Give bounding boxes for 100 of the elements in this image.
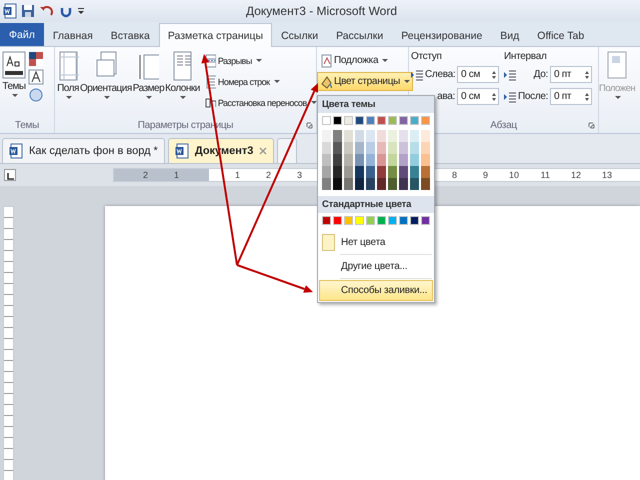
section-title: Отступ [411, 51, 443, 62]
ribbon-tab[interactable]: Ссылки [272, 24, 328, 46]
margins-icon [57, 51, 79, 81]
word-document-icon [9, 143, 23, 159]
ruler-number: 8 [450, 169, 457, 181]
ribbon-button[interactable]: Цвет страницы [317, 72, 414, 91]
ribbon-tab[interactable]: Разметка страницы [158, 23, 272, 47]
color-swatch[interactable] [377, 116, 386, 125]
color-shade-column[interactable] [355, 130, 364, 190]
tab-stop-button[interactable] [4, 169, 16, 181]
color-shade-column[interactable] [344, 130, 353, 190]
color-swatch[interactable] [421, 216, 430, 225]
save-icon[interactable] [21, 4, 35, 18]
ribbon-button[interactable]: Колонки [165, 51, 200, 120]
color-swatch[interactable] [344, 116, 353, 125]
caret-icon [66, 96, 72, 99]
caret-icon [104, 96, 110, 99]
theme-fonts-icon[interactable] [28, 69, 44, 85]
spin-field[interactable]: 0 пт [550, 66, 592, 83]
field-label: Слева: [425, 69, 455, 80]
watermark-icon [320, 54, 332, 68]
color-shade-column[interactable] [333, 130, 342, 190]
color-shade-column[interactable] [366, 130, 375, 190]
word-document-icon[interactable] [3, 3, 17, 19]
ribbon-tab[interactable]: Office Tab [528, 24, 594, 46]
no-color-swatch [322, 234, 335, 251]
caret-icon [146, 96, 152, 99]
menu-item[interactable]: Нет цвета [319, 232, 433, 253]
hyphenation-icon [204, 96, 216, 110]
paint-bucket-icon [320, 74, 332, 88]
ribbon-tab[interactable]: Главная [44, 24, 102, 46]
tab-stop-icon [6, 173, 14, 180]
theme-colors-icon[interactable] [28, 51, 44, 67]
caret-icon [615, 96, 622, 99]
ribbon-button[interactable]: Размер [132, 51, 164, 120]
dialog-launcher-icon[interactable] [306, 122, 313, 129]
color-swatch[interactable] [377, 216, 386, 225]
undo-icon[interactable] [39, 4, 55, 18]
field-label: ава: [436, 91, 455, 102]
color-shade-column[interactable] [410, 130, 419, 190]
ruler-number: 10 [508, 169, 519, 181]
ribbon-button[interactable]: Ориентация [80, 51, 132, 120]
customize-toolbar-icon[interactable] [77, 6, 85, 16]
menu-header: Цвета темы [318, 96, 434, 113]
ribbon-tab[interactable]: Вид [491, 24, 528, 46]
ribbon-tab[interactable]: Рецензирование [392, 24, 492, 46]
color-swatch[interactable] [355, 116, 364, 125]
spin-field[interactable]: 0 см [457, 66, 499, 83]
color-shade-column[interactable] [388, 130, 397, 190]
color-swatch[interactable] [366, 216, 375, 225]
color-shade-column[interactable] [322, 130, 331, 190]
section-title: Интервал [504, 51, 548, 62]
document-tab[interactable]: Как сделать фон в ворд * [2, 138, 165, 163]
ribbon-tab[interactable]: Вставка [102, 24, 159, 46]
color-swatch[interactable] [388, 216, 397, 225]
color-swatch[interactable] [322, 116, 331, 125]
ribbon-button[interactable]: Поля [57, 51, 79, 120]
color-swatch[interactable] [421, 116, 430, 125]
ruler-number: 11 [540, 169, 550, 181]
ribbon-tab[interactable]: Рассылки [327, 24, 392, 46]
color-swatch[interactable] [333, 216, 342, 225]
menu-item[interactable]: Другие цвета... [319, 256, 433, 277]
file-tab[interactable]: Файл [0, 23, 44, 46]
group-label: Темы [15, 120, 39, 131]
themes-icon [2, 51, 26, 79]
menu-header: Стандартные цвета [318, 196, 434, 213]
color-swatch[interactable] [399, 116, 408, 125]
caret-icon [12, 94, 18, 97]
theme-effects-icon[interactable] [28, 87, 44, 103]
ruler-number: 1 [172, 169, 179, 181]
field-label: После: [518, 91, 548, 102]
color-swatch[interactable] [333, 116, 342, 125]
ruler-number: 9 [482, 169, 488, 181]
spin-field[interactable]: 0 пт [550, 88, 592, 105]
ribbon-button[interactable]: Номера строк [200, 72, 283, 91]
color-swatch[interactable] [410, 216, 419, 225]
ruler-number: 12 [570, 169, 581, 181]
color-swatch[interactable] [388, 116, 397, 125]
columns-icon [171, 51, 194, 81]
color-swatch[interactable] [322, 216, 331, 225]
menu-item[interactable]: Способы заливки... [319, 280, 433, 301]
themes-button[interactable]: Темы [2, 51, 26, 120]
ruler-number: 2 [142, 169, 148, 181]
dialog-launcher-icon[interactable] [588, 122, 595, 129]
color-swatch[interactable] [355, 216, 364, 225]
color-swatch[interactable] [410, 116, 419, 125]
color-swatch[interactable] [344, 216, 353, 225]
spin-field[interactable]: 0 см [457, 88, 499, 105]
color-swatch[interactable] [366, 116, 375, 125]
color-shade-column[interactable] [421, 130, 430, 190]
caret-icon [274, 80, 280, 83]
color-shade-column[interactable] [377, 130, 386, 190]
close-icon[interactable] [259, 147, 268, 155]
ribbon-button[interactable]: Подложка [317, 51, 392, 70]
caret-icon [404, 80, 410, 83]
color-shade-column[interactable] [399, 130, 408, 190]
new-tab-button[interactable] [277, 138, 298, 163]
color-swatch[interactable] [399, 216, 408, 225]
ruler-number: 2 [264, 169, 271, 181]
field-label: До: [532, 69, 548, 80]
